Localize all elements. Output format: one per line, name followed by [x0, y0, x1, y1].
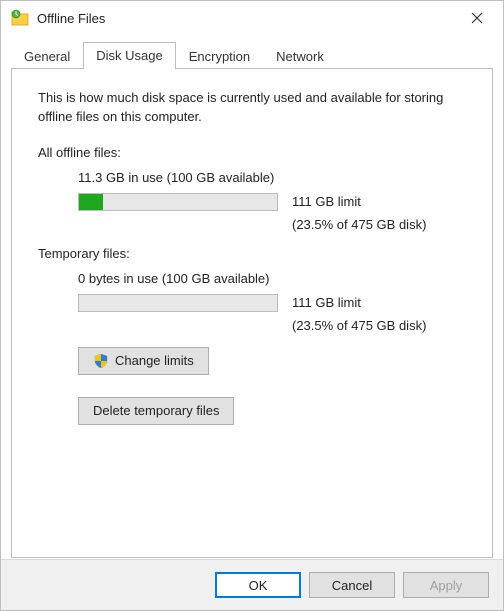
change-limits-button[interactable]: Change limits [78, 347, 209, 375]
tabs-area: General Disk Usage Encryption Network Th… [1, 35, 503, 558]
close-icon [471, 12, 483, 24]
all-offline-label: All offline files: [38, 145, 466, 160]
change-limits-label: Change limits [115, 353, 194, 368]
window-title: Offline Files [37, 11, 457, 26]
apply-button: Apply [403, 572, 489, 598]
temporary-disk-pct: (23.5% of 475 GB disk) [292, 318, 466, 333]
tab-disk-usage[interactable]: Disk Usage [83, 42, 175, 70]
all-offline-progress-fill [79, 194, 103, 210]
temporary-limit: 111 GB limit [292, 295, 361, 310]
tabstrip: General Disk Usage Encryption Network [11, 41, 493, 69]
all-offline-limit: 111 GB limit [292, 194, 361, 209]
temporary-usage: 0 bytes in use (100 GB available) [78, 271, 466, 286]
all-offline-disk-pct: (23.5% of 475 GB disk) [292, 217, 466, 232]
ok-button[interactable]: OK [215, 572, 301, 598]
temporary-label: Temporary files: [38, 246, 466, 261]
tab-general[interactable]: General [11, 43, 83, 70]
dialog-footer: OK Cancel Apply [1, 559, 503, 610]
description-text: This is how much disk space is currently… [38, 89, 466, 127]
close-button[interactable] [457, 4, 497, 32]
titlebar: Offline Files [1, 1, 503, 35]
tab-panel-disk-usage: This is how much disk space is currently… [11, 68, 493, 558]
cancel-button[interactable]: Cancel [309, 572, 395, 598]
all-offline-usage: 11.3 GB in use (100 GB available) [78, 170, 466, 185]
delete-temporary-files-label: Delete temporary files [93, 403, 219, 418]
offline-files-icon [11, 9, 29, 27]
tab-encryption[interactable]: Encryption [176, 43, 263, 70]
all-offline-progress [78, 193, 278, 211]
temporary-progress [78, 294, 278, 312]
delete-temporary-files-button[interactable]: Delete temporary files [78, 397, 234, 425]
uac-shield-icon [93, 353, 109, 369]
tab-network[interactable]: Network [263, 43, 337, 70]
